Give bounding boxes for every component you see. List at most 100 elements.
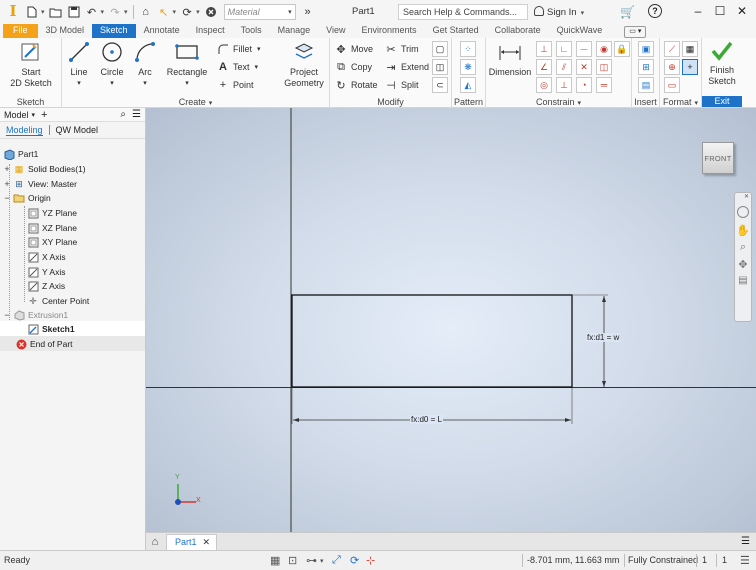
open-folder-icon[interactable] [48,4,64,20]
move-button[interactable]: ✥ Move [334,41,373,57]
dof-icon[interactable]: ⤢ [332,554,341,567]
redo-dropdown-icon[interactable]: ▾ [124,8,128,16]
text-dropdown-icon[interactable]: ▾ [255,63,259,71]
tab-environments[interactable]: Environments [354,24,425,38]
browser-tab-qw-model[interactable]: QW Model [56,125,99,135]
tree-item-xy-plane[interactable]: XY Plane [26,235,77,249]
concentric-constraint-icon[interactable]: ◎ [536,77,552,93]
graphics-window[interactable]: fx:d1 = w fx:d0 = L FRONT ✕ ✋ ⌕ ✥ ▤ Y X [146,108,756,532]
centerline-icon[interactable]: ⊕ [664,59,680,75]
horizontal-constraint-icon[interactable]: ⏤ [576,41,592,57]
select-icon[interactable]: ↖ [156,4,172,20]
tab-view[interactable]: View [318,24,353,38]
tree-item-extrusion1[interactable]: − Extrusion1 [2,308,68,322]
select-dropdown-icon[interactable]: ▾ [173,8,177,16]
line-dropdown-icon[interactable]: ▾ [64,78,94,89]
orbit-icon[interactable]: ✥ [735,258,751,271]
rectangle-button[interactable]: Rectangle ▾ [164,40,210,89]
viewcube[interactable]: FRONT [702,142,734,174]
fillet-dropdown-icon[interactable]: ▾ [257,45,261,53]
extend-button[interactable]: ⇥ Extend [384,59,429,75]
circle-dropdown-icon[interactable]: ▾ [96,78,128,89]
tab-collaborate[interactable]: Collaborate [487,24,549,38]
redo-icon[interactable]: ↷ [107,4,123,20]
vertical-constraint-icon[interactable]: ✕ [576,59,592,75]
equal-constraint-icon[interactable]: ═ [596,77,612,93]
text-button[interactable]: A Text ▾ [216,59,258,75]
insert-image-icon[interactable]: ▣ [638,41,654,57]
tree-item-origin[interactable]: − Origin [2,191,50,205]
circular-pattern-icon[interactable]: ❋ [460,59,476,75]
expand-icon[interactable]: + [2,179,12,189]
show-constraints-icon[interactable]: ⊶ [306,554,317,567]
home-icon[interactable]: ⌂ [138,4,154,20]
center-point-format-icon[interactable]: + [682,59,698,75]
steering-wheel-icon[interactable] [737,206,749,218]
offset-icon[interactable]: ⊂ [432,77,448,93]
collapse-icon[interactable]: − [2,193,12,203]
material-dropdown-icon[interactable]: ▾ [288,8,295,16]
relax-mode-icon[interactable]: ⊹ [366,554,375,567]
tab-annotate[interactable]: Annotate [136,24,188,38]
browser-title-dropdown-icon[interactable]: ▾ [32,111,36,119]
status-dropdown-icon[interactable]: ▾ [320,557,324,565]
app-logo[interactable]: I [3,2,23,22]
construction-icon[interactable]: ⟋ [664,41,680,57]
tree-item-yz-plane[interactable]: YZ Plane [26,206,77,220]
stretch-icon[interactable]: ◫ [432,59,448,75]
save-icon[interactable] [66,4,82,20]
smooth-constraint-icon[interactable]: ◉ [596,41,612,57]
tree-item-sketch1[interactable]: Sketch1 [26,322,75,336]
help-icon[interactable]: ? [648,4,662,18]
more-tools-icon[interactable]: » [300,4,316,20]
width-dimension-label[interactable]: fx:d0 = L [410,415,443,424]
tab-inspect[interactable]: Inspect [188,24,233,38]
browser-tab-modeling[interactable]: Modeling [6,125,43,136]
driven-dimension-icon[interactable]: ▭ [664,77,680,93]
arc-dropdown-icon[interactable]: ▾ [130,78,160,89]
new-file-dropdown-icon[interactable]: ▾ [41,8,45,16]
collapse-icon[interactable]: − [2,310,12,320]
sign-in-link[interactable]: Sign In ▾ [534,6,586,18]
lock-constraint-icon[interactable]: 🔒 [614,41,630,57]
tab-manage[interactable]: Manage [270,24,319,38]
circle-button[interactable]: Circle ▾ [96,40,128,89]
line-button[interactable]: Line ▾ [64,40,94,89]
undo-icon[interactable]: ↶ [84,4,100,20]
pan-icon[interactable]: ✋ [735,224,751,237]
trim-button[interactable]: ✂ Trim [384,41,418,57]
constraint-inference-icon[interactable]: ⊡ [288,554,297,567]
rotate-button[interactable]: ↻ Rotate [334,77,377,93]
new-file-icon[interactable] [24,4,40,20]
tab-3d-model[interactable]: 3D Model [38,24,93,38]
search-input[interactable]: Search Help & Commands... [398,4,528,20]
show-dof-icon[interactable]: ⟳ [350,554,359,567]
tree-item-z-axis[interactable]: Z Axis [26,279,65,293]
dimension-button[interactable]: Dimension [488,40,532,78]
format-box-icon[interactable]: ▦ [682,41,698,57]
mirror-icon[interactable]: ◭ [460,77,476,93]
status-menu-icon[interactable]: ☰ [740,554,750,567]
home-tab-icon[interactable]: ⌂ [146,536,164,548]
undo-dropdown-icon[interactable]: ▾ [101,8,105,16]
close-window-button[interactable]: ✕ [734,3,750,19]
tab-get-started[interactable]: Get Started [425,24,487,38]
project-geometry-button[interactable]: Project Geometry [280,40,328,89]
insert-acad-icon[interactable]: ▤ [638,77,654,93]
document-tab-part1[interactable]: Part1 ✕ [166,533,218,550]
browser-menu-icon[interactable]: ☰ [132,109,141,120]
zoom-icon[interactable]: ⌕ [735,241,751,254]
tabs-menu-icon[interactable]: ☰ [741,536,750,547]
sign-in-dropdown-icon[interactable]: ▾ [581,10,585,17]
point-button[interactable]: + Point [216,77,254,93]
add-browser-icon[interactable]: + [41,109,47,121]
fix-constraint-icon[interactable]: ∟ [556,41,572,57]
collinear-constraint-icon[interactable]: ∠ [536,59,552,75]
rectangle-dropdown-icon[interactable]: ▾ [164,78,210,89]
update-icon[interactable]: ⟳ [179,4,195,20]
update-dropdown-icon[interactable]: ▾ [196,8,200,16]
split-button[interactable]: ⊣ Split [384,77,418,93]
tree-item-end-of-part[interactable]: End of Part [14,337,73,351]
grid-snap-icon[interactable]: ▦ [270,554,280,567]
tree-item-solid-bodies[interactable]: + ▦ Solid Bodies(1) [2,162,85,176]
